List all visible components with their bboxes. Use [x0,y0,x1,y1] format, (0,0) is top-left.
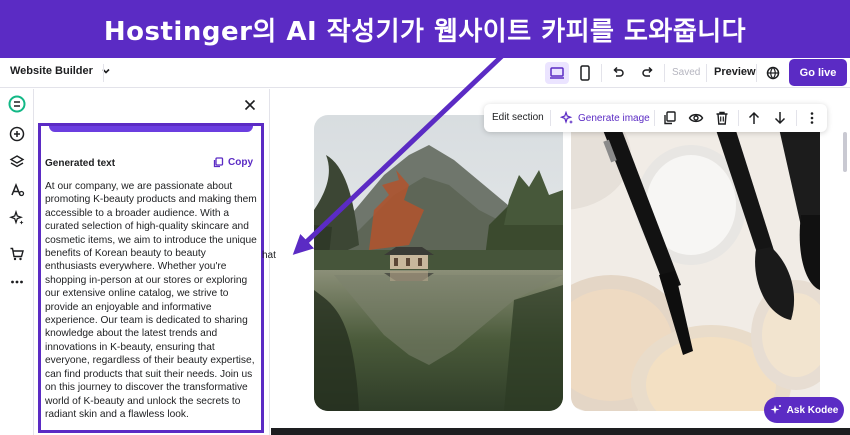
section-toolbar-divider [796,110,797,126]
duplicate-icon [664,111,676,125]
styles-icon [11,182,25,197]
undo-button[interactable] [606,62,630,84]
generate-image-label: Generate image [578,112,650,124]
redo-button[interactable] [636,62,660,84]
mobile-icon [580,65,590,81]
makeup-brushes-art [571,115,820,411]
section-toolbar: Edit section Generate image [484,104,827,132]
sidebar-item-layers[interactable] [8,153,26,171]
delete-section-button[interactable] [714,110,730,126]
pavilion-landscape-art [314,115,563,411]
duplicate-section-button[interactable] [662,110,678,126]
more-section-options-button[interactable] [804,110,820,126]
generate-image-button[interactable]: Generate image [560,111,650,125]
sidebar-item-styles[interactable] [8,181,26,199]
add-icon [9,126,25,142]
section-toolbar-divider [550,110,551,126]
sidebar-item-more[interactable] [8,273,26,291]
ai-tools-icon [9,210,24,225]
section-toolbar-divider [654,110,655,126]
kebab-icon [810,112,814,124]
sidebar-item-add[interactable] [8,125,26,143]
ask-kodee-label: Ask Kodee [786,404,839,416]
store-icon [10,247,24,261]
copy-button[interactable]: Copy [213,157,253,168]
desktop-view-button[interactable] [545,62,569,84]
trash-icon [716,111,728,125]
mobile-view-button[interactable] [573,62,597,84]
go-live-button[interactable]: Go live [789,59,847,86]
eye-icon [688,113,704,123]
canvas-text-fragment[interactable]: hat [262,250,276,261]
globe-icon [766,66,780,80]
generated-text-body[interactable]: At our company, we are passionate about … [45,180,257,421]
toolbar-divider [601,64,602,82]
sidebar-item-store[interactable] [8,245,26,263]
title-banner: Hostinger의 AI 작성기가 웹사이트 카피를 도와줍니다 [0,0,850,58]
desktop-icon [550,67,564,79]
toolbar-divider [706,64,707,82]
toolbar-divider [664,64,665,82]
toolbar-divider [103,64,104,82]
more-icon [11,280,23,284]
preview-button[interactable]: Preview [714,66,756,78]
banner-title: Hostinger의 AI 작성기가 웹사이트 카피를 도와줍니다 [103,16,747,47]
arrow-up-icon [748,111,760,124]
edit-section-button[interactable]: Edit section [492,112,544,123]
logo-icon [8,95,26,113]
sidebar-item-ai-tools[interactable] [8,209,26,227]
undo-icon [613,66,624,77]
canvas-bottom-edge [271,428,850,435]
toolbar-divider [756,64,757,82]
top-toolbar: Website Builder Saved Preview Go live [0,58,850,88]
close-panel-button[interactable] [242,97,258,113]
sparkle-icon [770,405,781,414]
sparkle-icon [560,111,573,124]
generated-text-label: Generated text [45,158,116,169]
saved-status: Saved [672,67,701,78]
scrollbar-thumb[interactable] [843,132,847,172]
ai-writer-panel: Generated text Copy At our company, we a… [35,89,270,435]
move-section-down-button[interactable] [772,110,788,126]
website-builder-dropdown[interactable]: Website Builder [10,65,111,77]
close-icon [244,99,256,111]
move-section-up-button[interactable] [746,110,762,126]
redo-icon [642,66,653,77]
left-sidebar [0,89,34,435]
section-toolbar-divider [738,110,739,126]
arrow-down-icon [774,112,786,125]
pavilion-landscape-image[interactable] [314,115,563,411]
builder-label: Website Builder [10,65,93,77]
sidebar-logo[interactable] [8,95,26,113]
makeup-brushes-image[interactable] [571,115,820,411]
copy-label: Copy [228,157,253,168]
ask-kodee-button[interactable]: Ask Kodee [764,397,844,423]
copy-icon [213,157,224,168]
generate-button-edge[interactable] [49,126,253,132]
language-button[interactable] [761,62,785,84]
canvas-scrollbar[interactable] [842,92,848,432]
generated-text-card: Generated text Copy At our company, we a… [38,123,264,433]
layers-icon [9,155,25,168]
hide-section-button[interactable] [688,110,704,126]
